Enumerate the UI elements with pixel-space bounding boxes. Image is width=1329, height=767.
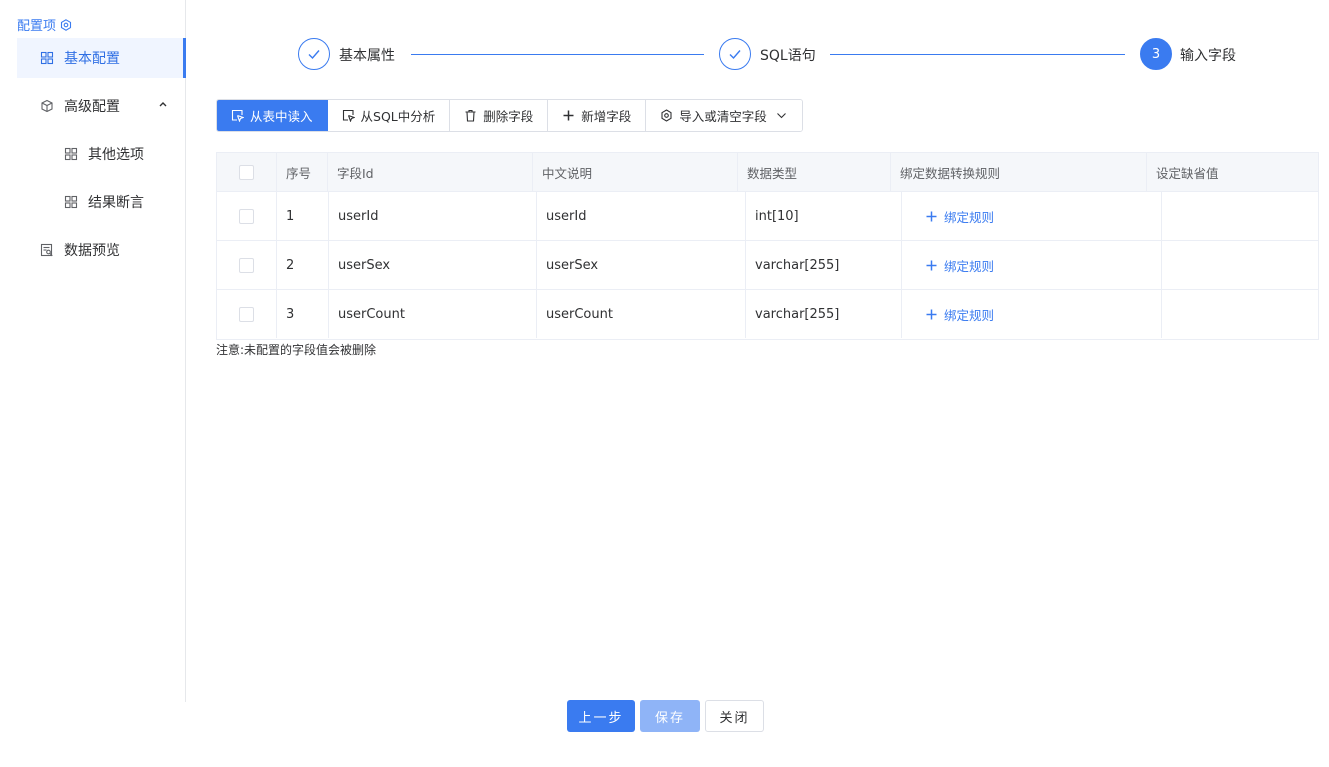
table-row: 1 userId userId int[10] 绑定规则 (217, 192, 1318, 241)
header-description: 中文说明 (533, 153, 738, 192)
step-connector (830, 54, 1125, 55)
sidebar-item-result-assertion[interactable]: 结果断言 (17, 182, 186, 222)
row-field-id[interactable]: userId (329, 192, 537, 240)
grid-icon (64, 147, 78, 161)
row-default-value[interactable] (1162, 241, 1318, 289)
row-data-type[interactable]: varchar[255] (746, 290, 902, 338)
step-1-label: 基本属性 (339, 48, 395, 64)
sidebar-item-data-preview[interactable]: 数据预览 (17, 230, 186, 270)
close-button[interactable]: 关闭 (705, 700, 764, 732)
bind-rule-link[interactable]: 绑定规则 (926, 305, 994, 324)
step-3-label: 输入字段 (1180, 48, 1236, 64)
sidebar-item-other-options[interactable]: 其他选项 (17, 134, 186, 174)
sidebar-title: 配置项 (17, 15, 72, 34)
step-2-check-icon (719, 38, 751, 70)
header-index: 序号 (277, 153, 328, 192)
row-data-type[interactable]: int[10] (746, 192, 902, 240)
preview-icon (40, 243, 54, 257)
row-index: 3 (277, 290, 329, 338)
cube-icon (40, 99, 54, 113)
sidebar-item-advanced-config[interactable]: 高级配置 (17, 86, 186, 126)
trash-icon (465, 109, 476, 122)
gear-icon[interactable] (60, 18, 72, 31)
chevron-up-icon[interactable] (158, 99, 168, 109)
row-binding-cell: 绑定规则 (902, 241, 1162, 289)
sidebar: 配置项 基本配置 高级配置 其他选项 结果断言 数据预览 (0, 0, 186, 702)
row-field-id[interactable]: userSex (329, 241, 537, 289)
row-checkbox-cell (217, 290, 277, 338)
header-binding-rule: 绑定数据转换规则 (891, 153, 1147, 192)
sidebar-item-basic-config[interactable]: 基本配置 (17, 38, 186, 78)
table-row: 2 userSex userSex varchar[255] 绑定规则 (217, 241, 1318, 290)
row-index: 2 (277, 241, 329, 289)
save-button[interactable]: 保存 (640, 700, 700, 732)
import-or-clear-dropdown[interactable]: 导入或清空字段 (646, 100, 802, 131)
row-checkbox[interactable] (239, 257, 254, 273)
table-header: 序号 字段Id 中文说明 数据类型 绑定数据转换规则 设定缺省值 (217, 153, 1318, 192)
select-icon (342, 109, 355, 122)
grid-icon (40, 51, 54, 65)
grid-icon (64, 195, 78, 209)
sidebar-item-label: 基本配置 (64, 51, 120, 67)
sidebar-item-label: 其他选项 (88, 147, 144, 163)
bind-rule-link[interactable]: 绑定规则 (926, 207, 994, 226)
prev-step-button[interactable]: 上一步 (567, 700, 635, 732)
analyze-sql-button[interactable]: 从SQL中分析 (327, 100, 451, 131)
header-default-value: 设定缺省值 (1156, 166, 1219, 181)
plus-icon (563, 110, 574, 121)
read-from-table-button[interactable]: 从表中读入 (217, 100, 328, 131)
row-default-value[interactable] (1162, 290, 1318, 338)
fields-table: 序号 字段Id 中文说明 数据类型 绑定数据转换规则 设定缺省值 1 userI… (216, 152, 1319, 340)
plus-icon (926, 211, 937, 221)
sidebar-item-label: 高级配置 (64, 99, 120, 115)
header-field-id: 字段Id (328, 153, 533, 192)
bind-rule-link[interactable]: 绑定规则 (926, 256, 994, 275)
row-default-value[interactable] (1162, 192, 1318, 240)
select-icon (231, 109, 244, 122)
gear-icon (661, 109, 672, 122)
plus-icon (926, 260, 937, 270)
header-checkbox-cell (217, 153, 277, 192)
step-2-label: SQL语句 (760, 48, 816, 64)
row-checkbox[interactable] (239, 208, 254, 224)
table-row: 3 userCount userCount varchar[255] 绑定规则 (217, 290, 1318, 339)
step-3-number: 3 (1140, 38, 1172, 70)
row-checkbox[interactable] (239, 306, 254, 322)
row-index: 1 (277, 192, 329, 240)
row-binding-cell: 绑定规则 (902, 192, 1162, 240)
select-all-checkbox[interactable] (239, 165, 254, 180)
sidebar-title-label: 配置项 (17, 19, 57, 34)
row-description[interactable]: userCount (537, 290, 746, 338)
row-description[interactable]: userSex (537, 241, 746, 289)
field-toolbar: 从表中读入 从SQL中分析 删除字段 新增字段 导入或清空字段 (216, 99, 803, 132)
step-connector (411, 54, 704, 55)
plus-icon (926, 309, 937, 319)
row-data-type[interactable]: varchar[255] (746, 241, 902, 289)
row-checkbox-cell (217, 241, 277, 289)
sidebar-item-label: 数据预览 (64, 243, 120, 259)
header-data-type: 数据类型 (738, 153, 891, 192)
row-description[interactable]: userId (537, 192, 746, 240)
sidebar-item-label: 结果断言 (88, 195, 144, 211)
row-binding-cell: 绑定规则 (902, 290, 1162, 338)
steps: 基本属性 SQL语句 3 输入字段 (298, 38, 1258, 72)
step-1-check-icon (298, 38, 330, 70)
row-checkbox-cell (217, 192, 277, 240)
delete-warning-note: 注意:未配置的字段值会被删除 (216, 343, 377, 357)
add-field-button[interactable]: 新增字段 (548, 100, 647, 131)
delete-field-button[interactable]: 删除字段 (450, 100, 549, 131)
chevron-down-icon (776, 113, 786, 119)
row-field-id[interactable]: userCount (329, 290, 537, 338)
